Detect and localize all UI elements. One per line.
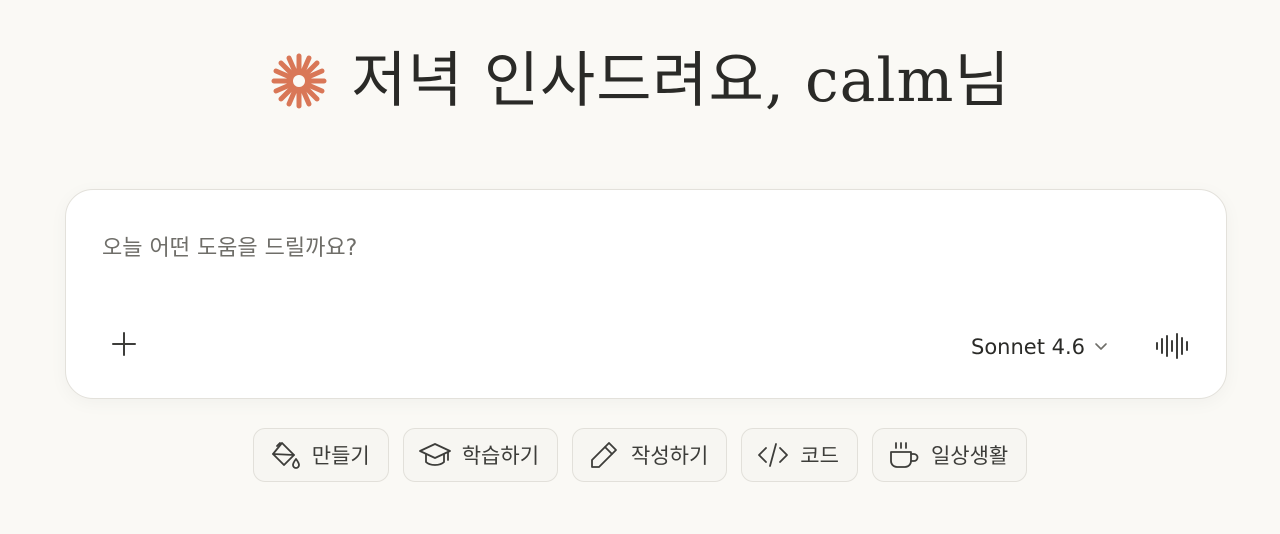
prompt-input[interactable]: 오늘 어떤 도움을 드릴까요? bbox=[102, 230, 357, 262]
chip-label: 만들기 bbox=[311, 444, 370, 468]
chip-label: 일상생활 bbox=[930, 444, 1009, 468]
graduation-cap-icon bbox=[418, 438, 452, 472]
model-selector[interactable]: Sonnet 4.6 bbox=[971, 330, 1109, 364]
coffee-cup-icon bbox=[887, 438, 921, 472]
chip-label: 학습하기 bbox=[461, 444, 540, 468]
pencil-icon bbox=[587, 438, 621, 472]
add-button[interactable] bbox=[104, 326, 144, 366]
greeting: 저녁 인사드려요, calm님 bbox=[0, 36, 1280, 126]
chip-write[interactable]: 작성하기 bbox=[572, 428, 728, 482]
greeting-title: 저녁 인사드려요, calm님 bbox=[351, 46, 1011, 116]
page: 저녁 인사드려요, calm님 오늘 어떤 도움을 드릴까요? Sonnet 4… bbox=[0, 0, 1280, 534]
chip-daily-life[interactable]: 일상생활 bbox=[871, 428, 1028, 482]
chip-label: 코드 bbox=[800, 444, 839, 468]
audio-waveform-icon bbox=[1154, 332, 1192, 364]
voice-button[interactable] bbox=[1152, 328, 1194, 368]
chevron-down-icon bbox=[1093, 335, 1109, 359]
chip-label: 작성하기 bbox=[631, 444, 709, 468]
plus-icon bbox=[110, 330, 138, 362]
composer: 오늘 어떤 도움을 드릴까요? Sonnet 4.6 bbox=[65, 189, 1227, 399]
sparkle-icon bbox=[269, 51, 329, 111]
suggestion-chips: 만들기 학습하기 작성하기 코드 일상생활 bbox=[0, 428, 1280, 482]
chip-learn[interactable]: 학습하기 bbox=[402, 428, 559, 482]
model-label: Sonnet 4.6 bbox=[971, 335, 1086, 359]
code-icon bbox=[756, 438, 790, 472]
paint-bucket-icon bbox=[268, 438, 302, 472]
chip-create[interactable]: 만들기 bbox=[252, 428, 389, 482]
chip-code[interactable]: 코드 bbox=[741, 428, 858, 482]
